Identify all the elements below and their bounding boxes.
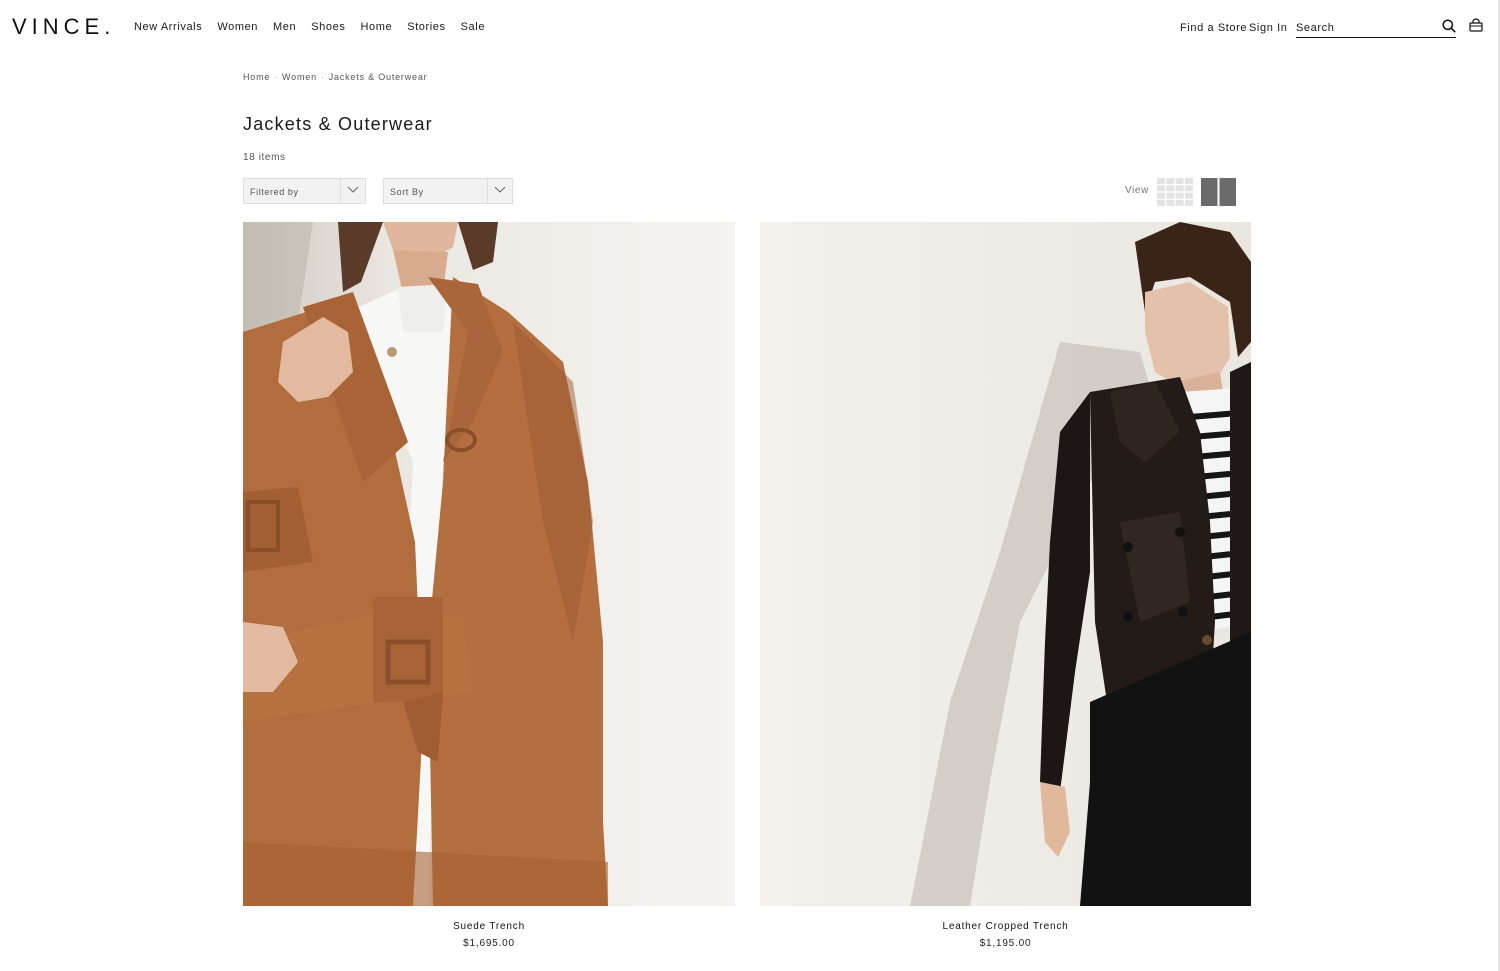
sort-dropdown[interactable]: Sort By (383, 178, 513, 204)
shopping-bag-icon[interactable] (1469, 18, 1483, 32)
product-image[interactable] (760, 222, 1251, 906)
search-icon[interactable] (1442, 19, 1456, 33)
product-card[interactable]: Suede Trench $1,695.00 (243, 222, 735, 949)
leather-trench-image (910, 222, 1251, 906)
filter-label: Filtered by (250, 187, 299, 197)
main-nav: New Arrivals Women Men Shoes Home Storie… (134, 21, 500, 33)
breadcrumb-women[interactable]: Women (282, 72, 317, 82)
breadcrumb: Home · Women · Jackets & Outerwear (243, 72, 431, 82)
search-box (1296, 18, 1456, 38)
suede-trench-image (243, 222, 608, 906)
sort-label: Sort By (390, 187, 424, 197)
sign-in-link[interactable]: Sign In (1249, 22, 1287, 34)
nav-home[interactable]: Home (360, 21, 392, 33)
nav-new-arrivals[interactable]: New Arrivals (134, 21, 202, 33)
nav-women[interactable]: Women (217, 21, 258, 33)
product-price: $1,695.00 (463, 938, 515, 949)
dropdown-divider (340, 179, 341, 203)
dropdown-divider (487, 179, 488, 203)
filter-dropdown[interactable]: Filtered by (243, 178, 366, 204)
breadcrumb-separator: · (320, 72, 325, 82)
grid-4-icon[interactable] (1157, 178, 1193, 206)
page-title: Jackets & Outerwear (243, 114, 433, 134)
chevron-down-icon (347, 186, 359, 193)
nav-men[interactable]: Men (273, 21, 296, 33)
product-name[interactable]: Suede Trench (243, 921, 735, 932)
product-card[interactable]: Leather Cropped Trench $1,195.00 (760, 222, 1251, 949)
breadcrumb-home[interactable]: Home (243, 72, 270, 82)
grid-2-icon[interactable] (1201, 178, 1236, 206)
find-store-link[interactable]: Find a Store (1180, 22, 1247, 34)
nav-stories[interactable]: Stories (407, 21, 445, 33)
view-label: View (1125, 185, 1149, 196)
product-name[interactable]: Leather Cropped Trench (760, 921, 1251, 932)
breadcrumb-separator: · (274, 72, 279, 82)
breadcrumb-current[interactable]: Jackets & Outerwear (329, 72, 428, 82)
chevron-down-icon (494, 186, 506, 193)
search-input[interactable] (1296, 18, 1436, 34)
vince-logo[interactable]: VINCE. (12, 14, 115, 40)
item-count: 18 items (243, 152, 286, 163)
product-image[interactable] (243, 222, 735, 906)
product-price: $1,195.00 (979, 938, 1032, 949)
site-header: VINCE. New Arrivals Women Men Shoes Home… (0, 0, 1500, 56)
nav-shoes[interactable]: Shoes (311, 21, 345, 33)
nav-sale[interactable]: Sale (461, 21, 485, 33)
